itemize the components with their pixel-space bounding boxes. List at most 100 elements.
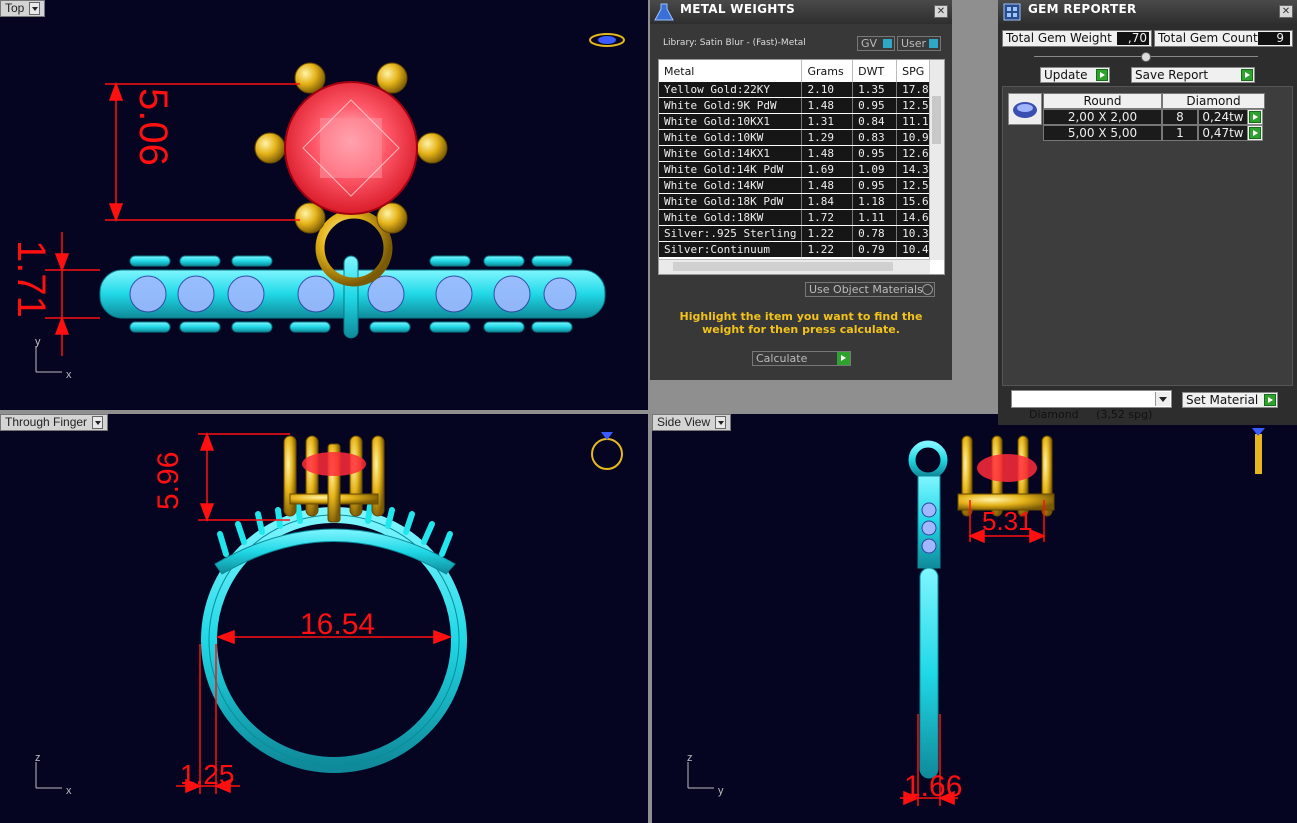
scroll-thumb[interactable] — [673, 262, 893, 271]
table-row[interactable]: White Gold:9K PdW 1.48 0.95 12.59 — [659, 97, 944, 114]
ring-preview-icon — [589, 33, 625, 47]
chevron-down-icon[interactable] — [1155, 392, 1170, 406]
ring-front-icon — [591, 432, 623, 470]
metal-name-cell: White Gold:14K PdW — [659, 161, 803, 178]
dim-top-1-71: 1.71 — [9, 240, 53, 318]
metal-name-cell: White Gold:14KX1 — [659, 145, 803, 162]
use-object-materials-button[interactable]: Use Object Materials — [805, 282, 935, 297]
axis-label-y: y — [35, 336, 41, 348]
gem-material-header: Diamond — [1162, 93, 1265, 109]
column-header-grams[interactable]: Grams — [801, 60, 854, 82]
dwt-cell: 0.84 — [852, 113, 898, 130]
table-row[interactable]: White Gold:14K PdW 1.69 1.09 14.37 — [659, 161, 944, 178]
play-arrow-icon — [1249, 111, 1261, 123]
table-row[interactable]: White Gold:14KX1 1.48 0.95 12.61 — [659, 145, 944, 162]
viewport-tab-through-finger[interactable]: Through Finger — [0, 414, 109, 431]
viewport-label: Top — [5, 1, 25, 15]
toggle-indicator-icon — [883, 39, 892, 48]
metal-weights-table[interactable]: Metal Grams DWT SPG Yellow Gold:22KY 2.10… — [658, 59, 945, 275]
play-arrow-icon — [837, 352, 850, 365]
round-gem-icon[interactable] — [1008, 93, 1042, 125]
gem-shape-header: Round — [1043, 93, 1162, 109]
dropdown-arrow-icon[interactable] — [29, 2, 41, 15]
material-select[interactable]: Diamond (3,52 spg) — [1011, 390, 1172, 421]
total-gem-count-label: Total Gem Count 9 — [1154, 30, 1293, 47]
viewport-top[interactable]: 5.06 1.71 y x Top — [0, 0, 648, 410]
scroll-thumb[interactable] — [932, 96, 941, 144]
viewport-tab-side-view[interactable]: Side View — [652, 414, 732, 431]
metal-name-cell: White Gold:10KX1 — [659, 113, 803, 130]
dwt-cell: 0.83 — [852, 129, 898, 146]
column-header-metal[interactable]: Metal — [659, 60, 803, 82]
dim-finger-5-96: 5.96 — [152, 452, 185, 510]
table-row[interactable]: White Gold:10KX1 1.31 0.84 11.18 — [659, 113, 944, 130]
grams-cell: 1.22 — [801, 241, 854, 258]
update-button[interactable]: Update — [1040, 67, 1110, 83]
table-row[interactable]: White Gold:10KW 1.29 0.83 10.99 — [659, 129, 944, 146]
metal-name-cell: Silver:Continuum — [659, 241, 803, 258]
grams-cell: 1.72 — [801, 209, 854, 226]
dwt-cell: 1.09 — [852, 161, 898, 178]
dwt-cell: 0.95 — [852, 177, 898, 194]
metal-weights-titlebar[interactable]: METAL WEIGHTS ✕ — [650, 0, 952, 24]
play-arrow-icon — [1249, 127, 1261, 139]
side-view-render: 5.31 1.66 z y — [687, 428, 1265, 806]
viewport-label: Through Finger — [5, 415, 88, 429]
panel-title: METAL WEIGHTS — [680, 2, 796, 16]
dwt-cell: 0.78 — [852, 225, 898, 242]
panel-title: GEM REPORTER — [1028, 2, 1137, 16]
through-finger-render: 5.96 16.54 1.25 z x — [35, 431, 623, 797]
set-material-button[interactable]: Set Material — [1182, 392, 1278, 408]
metal-name-cell: White Gold:10KW — [659, 129, 803, 146]
gem-count-cell: 1 — [1162, 125, 1198, 141]
vertical-scrollbar[interactable] — [929, 60, 944, 260]
play-arrow-icon — [1241, 69, 1253, 81]
metal-name-cell: White Gold:18KW — [659, 209, 803, 226]
instruction-text: Highlight the item you want to find the … — [679, 310, 923, 336]
viewport-side-view[interactable]: 5.31 1.66 z y Side View — [652, 414, 1297, 823]
close-icon[interactable]: ✕ — [1279, 5, 1293, 18]
dwt-cell: 0.79 — [852, 241, 898, 258]
gv-toggle[interactable]: GV — [857, 36, 895, 51]
gem-count-cell: 8 — [1162, 109, 1198, 125]
grams-cell: 1.69 — [801, 161, 854, 178]
viewport-tab-top[interactable]: Top — [0, 0, 46, 17]
horizontal-scrollbar[interactable] — [659, 259, 930, 274]
table-row[interactable]: White Gold:14KW 1.48 0.95 12.59 — [659, 177, 944, 194]
close-icon[interactable]: ✕ — [934, 5, 948, 18]
column-header-dwt[interactable]: DWT — [852, 60, 898, 82]
dropdown-arrow-icon[interactable] — [715, 416, 727, 429]
grams-cell: 1.48 — [801, 145, 854, 162]
viewport-label: Side View — [657, 415, 711, 429]
user-toggle[interactable]: User — [897, 36, 941, 51]
axis-label-y: y — [718, 785, 724, 797]
gem-row-select-button[interactable] — [1247, 109, 1263, 125]
gem-weight-cell: 0,24tw — [1198, 109, 1248, 125]
table-row[interactable]: Silver:Continuum 1.22 0.79 10.40 — [659, 241, 944, 258]
gem-reporter-titlebar[interactable]: GEM REPORTER ✕ — [998, 0, 1297, 24]
axis-label-x: x — [66, 369, 72, 381]
dim-side-5-31: 5.31 — [982, 506, 1033, 536]
gem-row-select-button[interactable] — [1247, 125, 1263, 141]
dim-finger-16-54: 16.54 — [300, 608, 375, 641]
dropdown-arrow-icon[interactable] — [92, 416, 104, 429]
dim-side-1-66: 1.66 — [904, 770, 962, 803]
viewport-through-finger[interactable]: 5.96 16.54 1.25 z x Through Finger — [0, 414, 648, 823]
grams-cell: 2.10 — [801, 82, 854, 98]
gem-size-cell: 5,00 X 5,00 — [1043, 125, 1162, 141]
table-row[interactable]: White Gold:18K PdW 1.84 1.18 15.65 — [659, 193, 944, 210]
dwt-cell: 0.95 — [852, 145, 898, 162]
dim-top-5-06: 5.06 — [131, 88, 175, 166]
axis-label-x: x — [66, 785, 72, 797]
axis-label-z: z — [35, 752, 41, 764]
play-arrow-icon — [1096, 69, 1108, 81]
table-row[interactable]: Yellow Gold:22KY 2.10 1.35 17.89 — [659, 82, 944, 98]
collapse-toggle-icon[interactable] — [1141, 52, 1151, 62]
table-row[interactable]: Silver:.925 Sterling 1.22 0.78 10.36 — [659, 225, 944, 242]
table-row[interactable]: White Gold:18KW 1.72 1.11 14.66 — [659, 209, 944, 226]
grams-cell: 1.48 — [801, 177, 854, 194]
grams-cell: 1.48 — [801, 97, 854, 114]
calculate-button[interactable]: Calculate — [752, 351, 851, 366]
save-report-button[interactable]: Save Report — [1131, 67, 1255, 83]
dim-finger-1-25: 1.25 — [180, 759, 235, 790]
